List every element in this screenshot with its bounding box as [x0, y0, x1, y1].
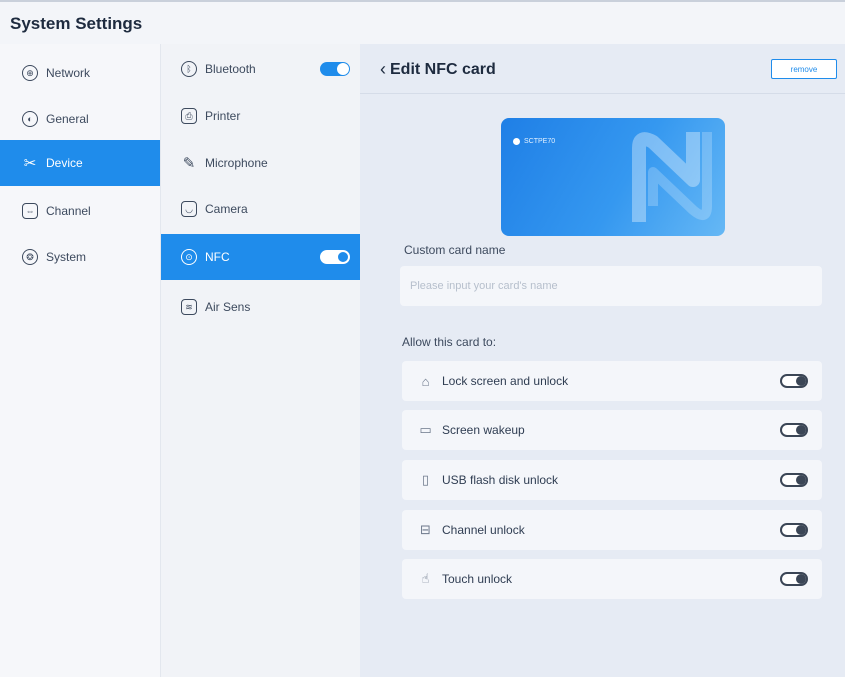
nav-item-label: Device: [46, 156, 83, 170]
general-icon: ◐: [22, 111, 38, 127]
chevron-left-icon: ‹: [380, 59, 386, 79]
touch-unlock-toggle[interactable]: [780, 572, 808, 586]
microphone-icon: ✎: [182, 154, 196, 172]
bluetooth-toggle[interactable]: [320, 62, 350, 76]
device-item-label: Camera: [205, 202, 248, 216]
device-item-nfc[interactable]: ⊙ NFC: [161, 234, 360, 280]
permission-row-touch-unlock: ☝ Touch unlock: [402, 559, 822, 599]
card-name-input[interactable]: [400, 266, 822, 306]
system-gear-icon: ❂: [22, 249, 38, 265]
bluetooth-icon: ᛒ: [181, 61, 197, 77]
device-item-printer[interactable]: ⎙ Printer: [161, 93, 360, 139]
tools-icon: ✂: [23, 154, 37, 172]
custom-name-label: Custom card name: [404, 243, 506, 257]
card-text: SCTPE70: [524, 138, 556, 145]
permission-row-channel-unlock: ⊟ Channel unlock: [402, 510, 822, 550]
screen-wakeup-toggle[interactable]: [780, 423, 808, 437]
device-item-label: Bluetooth: [205, 62, 256, 76]
permission-label: Touch unlock: [442, 572, 513, 586]
nfc-icon: ⊙: [181, 249, 197, 265]
channel-icon: ⇔: [22, 203, 38, 219]
card-label: SCTPE70: [513, 138, 555, 145]
nav-item-label: Channel: [46, 204, 91, 218]
permission-row-screen-wakeup: ▭ Screen wakeup: [402, 410, 822, 450]
nfc-card-preview: SCTPE70: [501, 118, 725, 236]
permission-label: Lock screen and unlock: [442, 374, 569, 388]
page-title: Edit NFC card: [390, 60, 496, 78]
device-item-air-sens[interactable]: ≋ Air Sens: [161, 284, 360, 330]
nav-item-device[interactable]: ✂ Device: [0, 140, 160, 186]
camera-icon: ◡: [181, 201, 197, 217]
device-item-label: NFC: [205, 250, 230, 264]
globe-icon: ⊕: [22, 65, 38, 81]
device-item-label: Microphone: [205, 156, 268, 170]
lock-screen-toggle[interactable]: [780, 374, 808, 388]
allow-label: Allow this card to:: [402, 335, 497, 349]
nav-item-label: Network: [46, 66, 91, 80]
usb-icon: ▯: [421, 472, 430, 487]
nav-item-general[interactable]: ◐ General: [0, 96, 160, 142]
nfc-toggle[interactable]: [320, 250, 350, 264]
screen-wakeup-icon: ▭: [419, 422, 432, 437]
permission-label: USB flash disk unlock: [442, 473, 559, 487]
printer-icon: ⎙: [181, 108, 197, 124]
device-item-camera[interactable]: ◡ Camera: [161, 186, 360, 232]
permission-label: Channel unlock: [442, 523, 525, 537]
permission-row-usb-unlock: ▯ USB flash disk unlock: [402, 460, 822, 500]
editor-header: ‹ Edit NFC card remove: [360, 44, 845, 94]
touch-icon: ☝: [421, 571, 430, 586]
title-bar: System Settings: [0, 0, 845, 44]
device-menu: ᛒ Bluetooth ⎙ Printer ✎ Microphone ◡ Cam…: [160, 44, 360, 677]
nav-item-label: System: [46, 250, 87, 264]
nfc-card-editor: ‹ Edit NFC card remove SCTPE70 Custom ca…: [360, 44, 845, 677]
remove-button[interactable]: remove: [771, 59, 837, 79]
nfc-logo-icon: [632, 132, 712, 222]
device-item-label: Printer: [205, 109, 241, 123]
device-item-microphone[interactable]: ✎ Microphone: [161, 140, 360, 186]
channel-unlock-toggle[interactable]: [780, 523, 808, 537]
permission-label: Screen wakeup: [442, 423, 525, 437]
app-title: System Settings: [10, 14, 143, 33]
nav-item-label: General: [46, 112, 89, 126]
channel-icon: ⊟: [420, 522, 431, 537]
main-nav: ⊕ Network ◐ General ✂ Device ⇔ Channel ❂…: [0, 44, 160, 677]
nav-item-channel[interactable]: ⇔ Channel: [0, 188, 160, 234]
back-button[interactable]: ‹ Edit NFC card: [380, 59, 496, 80]
permission-row-lock-screen: ⌂ Lock screen and unlock: [402, 361, 822, 401]
usb-unlock-toggle[interactable]: [780, 473, 808, 487]
nav-item-system[interactable]: ❂ System: [0, 234, 160, 280]
device-item-label: Air Sens: [205, 300, 251, 314]
air-sensor-icon: ≋: [181, 299, 197, 315]
lock-screen-icon: ⌂: [421, 373, 430, 389]
device-item-bluetooth[interactable]: ᛒ Bluetooth: [161, 46, 360, 92]
card-dot-icon: [513, 138, 520, 145]
nav-item-network[interactable]: ⊕ Network: [0, 50, 160, 96]
